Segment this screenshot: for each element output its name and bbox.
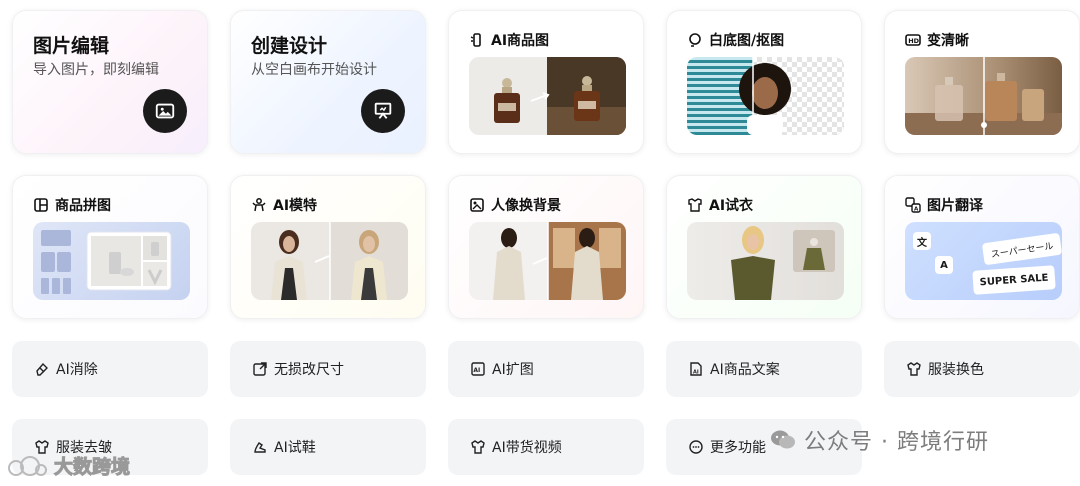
watermark-right-text: 公众号 · 跨境行研 — [804, 430, 989, 455]
source-text-badge: 文 — [913, 232, 931, 250]
cutout-icon — [689, 33, 701, 47]
ai-product-card[interactable]: AI商品图 — [448, 10, 644, 154]
tryon-thumb — [687, 222, 844, 300]
translate-icon: A — [905, 197, 921, 213]
tryon-label: AI试衣 — [709, 198, 754, 214]
image-edit-title: 图片编辑 — [33, 35, 110, 57]
ai-model-label: AI模特 — [273, 198, 318, 214]
en-sale-tag: SUPER SALE — [972, 265, 1056, 295]
image-edit-card[interactable]: 图片编辑 导入图片，即刻编辑 — [12, 10, 208, 154]
ai-expand-icon: AI — [471, 362, 485, 376]
enhance-label: 变清晰 — [927, 33, 969, 49]
shirt-icon — [471, 440, 485, 454]
enhance-card[interactable]: HD 变清晰 — [884, 10, 1080, 154]
shoe-tryon-button[interactable]: AI试鞋 — [230, 419, 426, 475]
watermark-left-text: 大数跨境 — [53, 456, 131, 479]
target-text-badge: A — [935, 256, 953, 274]
ai-expand-button[interactable]: AI AI扩图 — [448, 341, 644, 397]
portrait-bg-icon — [470, 198, 484, 212]
collage-thumb — [33, 222, 190, 300]
collage-card[interactable]: 商品拼图 — [12, 175, 208, 319]
resize-label: 无损改尺寸 — [274, 362, 344, 378]
shoe-icon — [254, 442, 266, 453]
ai-model-card[interactable]: AI模特 — [230, 175, 426, 319]
svg-text:AI: AI — [693, 370, 699, 376]
collage-icon — [34, 198, 48, 212]
more-icon — [689, 440, 703, 454]
resize-button[interactable]: 无损改尺寸 — [230, 341, 426, 397]
shoe-tryon-label: AI试鞋 — [274, 440, 316, 456]
jp-sale-tag: スーパーセール — [981, 232, 1062, 266]
tool-grid: 图片编辑 导入图片，即刻编辑 创建设计 从空白画布开始设计 AI商品图 白底图/… — [0, 0, 1080, 486]
watermark-right: 公众号 · 跨境行研 — [770, 424, 989, 456]
ai-product-icon — [470, 33, 481, 47]
create-design-title: 创建设计 — [251, 35, 328, 57]
svg-text:A: A — [914, 207, 919, 213]
model-icon — [252, 198, 266, 212]
wechat-icon — [771, 430, 795, 449]
create-design-card[interactable]: 创建设计 从空白画布开始设计 — [230, 10, 426, 154]
hd-icon: HD — [905, 34, 921, 46]
svg-text:AI: AI — [473, 367, 480, 374]
ai-model-thumb — [251, 222, 408, 300]
ai-copy-label: AI商品文案 — [710, 362, 780, 378]
translate-label: 图片翻译 — [927, 198, 983, 214]
portrait-bg-label: 人像换背景 — [491, 198, 561, 214]
translate-thumb: 文 A スーパーセール SUPER SALE — [905, 222, 1062, 300]
portrait-bg-card[interactable]: 人像换背景 — [448, 175, 644, 319]
ai-product-label: AI商品图 — [491, 33, 550, 49]
enhance-thumb — [905, 57, 1062, 135]
collage-label: 商品拼图 — [55, 198, 111, 214]
shirt-icon — [907, 362, 921, 376]
image-edit-subtitle: 导入图片，即刻编辑 — [33, 62, 159, 78]
product-video-label: AI带货视频 — [492, 440, 562, 456]
watermark-left: 大数跨境 — [8, 452, 131, 479]
recolor-button[interactable]: 服装换色 — [884, 341, 1080, 397]
portrait-bg-thumb — [469, 222, 626, 300]
eraser-icon — [36, 362, 48, 376]
product-video-button[interactable]: AI带货视频 — [448, 419, 644, 475]
image-icon — [143, 89, 187, 133]
canvas-icon — [361, 89, 405, 133]
tryon-icon — [688, 198, 702, 212]
cutout-label: 白底图/抠图 — [709, 33, 785, 49]
create-design-subtitle: 从空白画布开始设计 — [251, 62, 377, 78]
cutout-thumb — [687, 57, 844, 135]
ai-erase-label: AI消除 — [56, 362, 98, 378]
ai-expand-label: AI扩图 — [492, 362, 534, 378]
translate-card[interactable]: A 图片翻译 文 A スーパーセール SUPER SALE — [884, 175, 1080, 319]
resize-icon — [253, 362, 267, 376]
ai-product-thumb — [469, 57, 626, 135]
tryon-card[interactable]: AI试衣 — [666, 175, 862, 319]
brand-logo-icon — [8, 455, 47, 476]
document-ai-icon: AI — [690, 362, 702, 376]
more-features-label: 更多功能 — [710, 440, 766, 456]
ai-erase-button[interactable]: AI消除 — [12, 341, 208, 397]
recolor-label: 服装换色 — [928, 362, 984, 378]
ai-copy-button[interactable]: AI AI商品文案 — [666, 341, 862, 397]
cutout-card[interactable]: 白底图/抠图 — [666, 10, 862, 154]
svg-text:HD: HD — [908, 37, 919, 45]
